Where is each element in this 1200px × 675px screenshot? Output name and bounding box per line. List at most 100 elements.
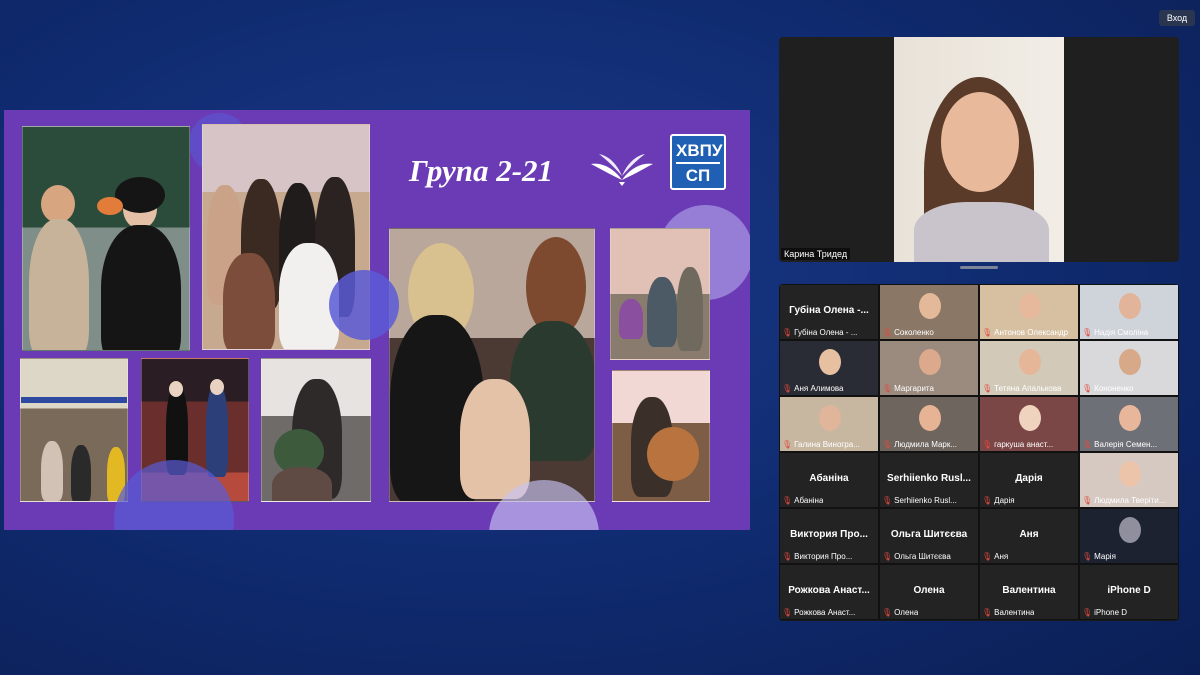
participants-gallery: Губіна Олена -... 🎙 Губіна Олена - ... 🎙 Сок… (779, 284, 1179, 621)
participant-tile[interactable]: Serhiienko Rusl... 🎙 Serhiienko Rusl... (879, 452, 979, 508)
participant-tile[interactable]: Аня 🎙 Аня (979, 508, 1079, 564)
open-book-logo-icon (591, 154, 653, 186)
photo-hairdressing (261, 358, 371, 502)
participant-tile[interactable]: Абаніна 🎙 Абаніна (779, 452, 879, 508)
muted-mic-icon: 🎙 (782, 328, 793, 337)
participant-tile[interactable]: 🎙 Кононенко (1079, 340, 1179, 396)
participant-tile[interactable]: 🎙 Надія Смоліна (1079, 284, 1179, 340)
participant-tile[interactable]: 🎙 Валерія Семен... (1079, 396, 1179, 452)
participant-tile[interactable]: Валентина 🎙 Валентина (979, 564, 1079, 620)
participant-tile[interactable]: Рожкова Анаст... 🎙 Рожкова Анаст... (779, 564, 879, 620)
participant-display-name: Serhiienko Rusl... (887, 473, 971, 484)
participant-name-label: 🎙 Ольга Шитєєва (882, 552, 951, 561)
participant-tile[interactable]: 🎙 Людмила Тверіти... (1079, 452, 1179, 508)
participant-label-text: Марія (1094, 552, 1116, 561)
participant-display-name: Рожкова Анаст... (788, 585, 870, 596)
participant-label-text: Надія Смоліна (1094, 328, 1149, 337)
decor-circle (329, 270, 399, 340)
participant-label-text: Людмила Марк... (894, 440, 958, 449)
participant-tile[interactable]: 🎙 Марія (1079, 508, 1179, 564)
muted-mic-icon: 🎙 (882, 496, 893, 505)
participant-name-label: 🎙 Маргарита (882, 384, 934, 393)
muted-mic-icon: 🎙 (782, 384, 793, 393)
muted-mic-icon: 🎙 (1082, 384, 1093, 393)
participant-tile[interactable]: Губіна Олена -... 🎙 Губіна Олена - ... (779, 284, 879, 340)
participant-name-label: 🎙 Валерія Семен... (1082, 440, 1157, 449)
participant-name-label: 🎙 Соколенко (882, 328, 934, 337)
participant-name-label: 🎙 Валентина (982, 608, 1034, 617)
participant-tile[interactable]: Виктория Про... 🎙 Виктория Про... (779, 508, 879, 564)
participant-tile[interactable]: 🎙 Антонов Олександр (979, 284, 1079, 340)
participant-label-text: Аня (994, 552, 1009, 561)
participant-tile[interactable]: 🎙 Тетяна Апалькова (979, 340, 1079, 396)
muted-mic-icon: 🎙 (982, 440, 993, 449)
participant-display-name: Олена (913, 585, 945, 596)
enter-button[interactable]: Вход (1159, 10, 1195, 26)
muted-mic-icon: 🎙 (782, 496, 793, 505)
muted-mic-icon: 🎙 (1082, 608, 1093, 617)
school-logo: ХВПУ СП (670, 134, 726, 190)
participant-tile[interactable]: 🎙 Аня Алимова (779, 340, 879, 396)
muted-mic-icon: 🎙 (782, 608, 793, 617)
participant-display-name: Валентина (1002, 585, 1056, 596)
participant-label-text: Кононенко (1094, 384, 1134, 393)
muted-mic-icon: 🎙 (1082, 552, 1093, 561)
participant-label-text: Виктория Про... (794, 552, 853, 561)
participant-tile[interactable]: Ольга Шитєєва 🎙 Ольга Шитєєва (879, 508, 979, 564)
participant-label-text: Валентина (994, 608, 1035, 617)
participant-name-label: 🎙 Людмила Тверіти... (1082, 496, 1165, 505)
shared-slide: Група 2-21 ХВПУ СП (4, 110, 750, 530)
participant-label-text: Абаніна (794, 496, 824, 505)
participant-name-label: 🎙 Serhiienko Rusl... (882, 496, 957, 505)
participant-tile[interactable]: Олена 🎙 Олена (879, 564, 979, 620)
participant-label-text: Соколенко (894, 328, 934, 337)
participant-label-text: iPhone D (1094, 608, 1128, 617)
participant-tile[interactable]: 🎙 Соколенко (879, 284, 979, 340)
participant-display-name: Виктория Про... (790, 529, 868, 540)
participant-label-text: Губіна Олена - ... (794, 328, 858, 337)
participant-name-label: 🎙 гаркуша анаст... (982, 440, 1053, 449)
muted-mic-icon: 🎙 (1082, 440, 1093, 449)
muted-mic-icon: 🎙 (882, 328, 893, 337)
photo-stage (20, 358, 128, 502)
participant-label-text: Тетяна Апалькова (994, 384, 1062, 393)
participant-display-name: Аня (1019, 529, 1039, 540)
participant-label-text: Антонов Олександр (994, 328, 1069, 337)
muted-mic-icon: 🎙 (882, 440, 893, 449)
participant-label-text: Serhiienko Rusl... (894, 496, 957, 505)
participant-label-text: Галина Виногра... (794, 440, 860, 449)
muted-mic-icon: 🎙 (982, 552, 993, 561)
resize-handle[interactable] (960, 266, 998, 269)
muted-mic-icon: 🎙 (982, 496, 993, 505)
participant-label-text: Олена (894, 608, 919, 617)
participant-name-label: 🎙 Губіна Олена - ... (782, 328, 857, 337)
participant-name-label: 🎙 Олена (882, 608, 918, 617)
photo-salon (610, 228, 710, 360)
participant-tile[interactable]: 🎙 Галина Виногра... (779, 396, 879, 452)
muted-mic-icon: 🎙 (982, 384, 993, 393)
participant-name-label: 🎙 Виктория Про... (782, 552, 852, 561)
participant-display-name: Ольга Шитєєва (890, 529, 968, 540)
participant-label-text: Маргарита (894, 384, 934, 393)
photo-braiding (389, 228, 595, 502)
participant-name-label: 🎙 Надія Смоліна (1082, 328, 1148, 337)
participant-name-label: 🎙 iPhone D (1082, 608, 1127, 617)
participant-display-name: Губіна Олена -... (789, 305, 869, 316)
participant-tile[interactable]: 🎙 Маргарита (879, 340, 979, 396)
muted-mic-icon: 🎙 (782, 552, 793, 561)
participant-name-label: 🎙 Людмила Марк... (882, 440, 957, 449)
muted-mic-icon: 🎙 (882, 552, 893, 561)
active-speaker-video[interactable]: Карина Тридед (779, 37, 1179, 262)
participant-name-label: 🎙 Аня Алимова (782, 384, 844, 393)
participant-label-text: Людмила Тверіти... (1094, 496, 1166, 505)
participant-tile[interactable]: 🎙 гаркуша анаст... (979, 396, 1079, 452)
participant-name-label: 🎙 Антонов Олександр (982, 328, 1068, 337)
participant-label-text: Рожкова Анаст... (794, 608, 856, 617)
participant-display-name: iPhone D (1107, 585, 1151, 596)
participant-tile[interactable]: Дарія 🎙 Дарія (979, 452, 1079, 508)
participant-label-text: гаркуша анаст... (994, 440, 1054, 449)
participant-tile[interactable]: iPhone D 🎙 iPhone D (1079, 564, 1179, 620)
participant-tile[interactable]: 🎙 Людмила Марк... (879, 396, 979, 452)
participant-name-label: 🎙 Абаніна (782, 496, 823, 505)
slide-title: Група 2-21 (409, 153, 554, 188)
